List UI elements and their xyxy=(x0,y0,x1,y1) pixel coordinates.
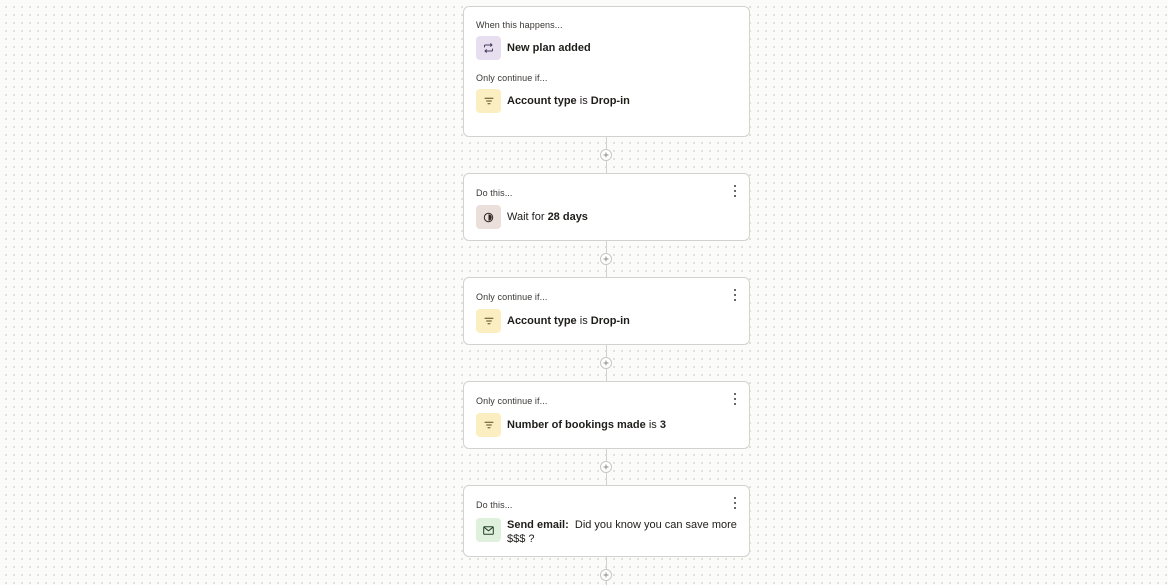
trigger-condition-row[interactable]: Account type is Drop-in xyxy=(476,89,737,113)
email-action: Send email: xyxy=(507,519,569,531)
filter-operator: is xyxy=(648,419,657,431)
trigger-text: New plan added xyxy=(507,42,591,54)
add-step-button[interactable] xyxy=(600,357,612,369)
more-options-button[interactable] xyxy=(731,289,739,301)
filter-icon xyxy=(476,89,501,113)
wait-section-label: Do this... xyxy=(476,188,513,198)
email-icon xyxy=(476,518,501,542)
add-step-button[interactable] xyxy=(600,149,612,161)
condition-operator: is xyxy=(579,95,588,107)
email-row[interactable]: Send email: Did you know you can save mo… xyxy=(476,518,737,546)
filter-text: Account type is Drop-in xyxy=(507,309,630,328)
wait-card[interactable]: Do this... Wait for 28 days xyxy=(463,173,750,241)
filter-field: Number of bookings made xyxy=(507,419,646,431)
plus-icon xyxy=(603,572,609,578)
filter-icon xyxy=(476,309,501,333)
plus-icon xyxy=(603,464,609,470)
timer-icon xyxy=(476,205,501,229)
filter-row[interactable]: Number of bookings made is 3 xyxy=(476,413,737,437)
filter-card-account-type[interactable]: Only continue if... Account type is Drop… xyxy=(463,277,750,345)
add-step-button[interactable] xyxy=(600,569,612,581)
trigger-card[interactable]: When this happens... New plan added Only… xyxy=(463,6,750,137)
trigger-row[interactable]: New plan added xyxy=(476,36,737,60)
filter-field: Account type xyxy=(507,315,577,327)
filter-operator: is xyxy=(579,315,588,327)
plus-icon xyxy=(603,152,609,158)
more-options-button[interactable] xyxy=(731,185,739,197)
condition-text: Account type is Drop-in xyxy=(507,89,630,108)
trigger-section-label: When this happens... xyxy=(476,20,563,30)
condition-section-label: Only continue if... xyxy=(476,73,548,83)
more-options-button[interactable] xyxy=(731,393,739,405)
filter-card-bookings[interactable]: Only continue if... Number of bookings m… xyxy=(463,381,750,449)
condition-field: Account type xyxy=(507,95,577,107)
wait-prefix: Wait for xyxy=(507,211,545,223)
plus-icon xyxy=(603,360,609,366)
wait-text: Wait for 28 days xyxy=(507,205,588,224)
filter-value: 3 xyxy=(659,419,666,431)
add-step-button[interactable] xyxy=(600,461,612,473)
add-step-button[interactable] xyxy=(600,253,612,265)
filter-section-label: Only continue if... xyxy=(476,292,548,302)
wait-duration: 28 days xyxy=(547,211,588,223)
wait-row[interactable]: Wait for 28 days xyxy=(476,205,737,229)
filter-row[interactable]: Account type is Drop-in xyxy=(476,309,737,333)
filter-section-label: Only continue if... xyxy=(476,396,548,406)
plus-icon xyxy=(603,256,609,262)
email-card[interactable]: Do this... Send email: Did you know you … xyxy=(463,485,750,557)
email-section-label: Do this... xyxy=(476,500,513,510)
repeat-icon xyxy=(476,36,501,60)
filter-text: Number of bookings made is 3 xyxy=(507,413,666,432)
filter-icon xyxy=(476,413,501,437)
condition-value: Drop-in xyxy=(590,95,630,107)
more-options-button[interactable] xyxy=(731,497,739,509)
email-text: Send email: Did you know you can save mo… xyxy=(507,518,737,546)
filter-value: Drop-in xyxy=(590,315,630,327)
